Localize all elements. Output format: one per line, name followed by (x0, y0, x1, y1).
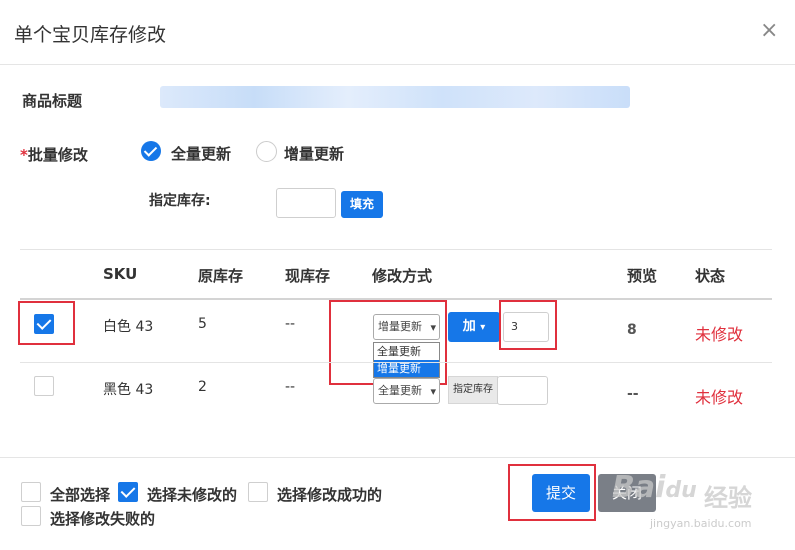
col-original-stock: 原库存 (198, 267, 244, 285)
add-label: 加 (462, 319, 476, 334)
annotation-box-mode (329, 300, 447, 385)
specified-stock-input[interactable] (276, 188, 336, 218)
watermark-brand: Bai (612, 470, 666, 505)
row-current-stock: -- (285, 316, 296, 332)
annotation-box-checkbox (18, 301, 75, 345)
row-preview: 8 (627, 322, 637, 338)
row-divider (20, 362, 772, 363)
row-sku: 白色 43 (103, 319, 154, 335)
row-status: 未修改 (695, 325, 744, 344)
watermark-brand-tail: du (665, 478, 697, 503)
col-sku: SKU (103, 265, 138, 283)
select-all-label[interactable]: 全部选择 (50, 484, 110, 505)
required-mark: * (20, 146, 28, 164)
product-title-blurred (160, 86, 630, 108)
select-success-label[interactable]: 选择修改成功的 (277, 484, 382, 505)
row-current-stock: -- (285, 379, 296, 395)
watermark-logo: Baidu (612, 470, 697, 505)
col-current-stock: 现库存 (285, 267, 331, 285)
full-update-radio[interactable] (141, 141, 161, 161)
operation-add-button[interactable]: 加 ▾ (448, 312, 500, 342)
row-checkbox-black-43[interactable] (34, 376, 54, 396)
annotation-box-submit (508, 464, 596, 521)
table-top-divider (20, 249, 772, 250)
row-status: 未修改 (695, 388, 744, 407)
caret-down-icon: ▾ (480, 322, 486, 333)
col-preview: 预览 (627, 267, 658, 285)
watermark-url: jingyan.baidu.com (650, 517, 752, 530)
full-update-label[interactable]: 全量更新 (171, 143, 231, 164)
select-failed-label[interactable]: 选择修改失败的 (50, 508, 155, 529)
footer-divider (0, 457, 795, 458)
row-original-stock: 2 (198, 379, 207, 395)
select-all-checkbox[interactable] (21, 482, 41, 502)
row-preview: -- (627, 386, 639, 402)
row-original-stock: 5 (198, 316, 207, 332)
mode-select-value: 全量更新 (378, 384, 422, 397)
dialog-title: 单个宝贝库存修改 (14, 24, 167, 46)
product-title-label: 商品标题 (22, 92, 83, 110)
col-modify-mode: 修改方式 (372, 267, 433, 285)
select-success-checkbox[interactable] (248, 482, 268, 502)
fill-button[interactable]: 填充 (341, 191, 383, 218)
specified-stock-addon: 指定库存 (448, 376, 498, 404)
annotation-box-value (499, 300, 557, 350)
col-status: 状态 (695, 267, 726, 285)
specified-stock-label: 指定库存: (149, 193, 211, 209)
select-unmodified-label[interactable]: 选择未修改的 (147, 484, 237, 505)
batch-modify-label: *批量修改 (20, 144, 88, 165)
chevron-down-icon: ▾ (430, 385, 436, 398)
select-unmodified-checkbox[interactable] (118, 482, 138, 502)
increment-update-label[interactable]: 增量更新 (284, 143, 344, 164)
close-icon[interactable]: × (760, 18, 778, 43)
increment-update-radio[interactable] (256, 141, 277, 162)
specified-stock-value-input[interactable] (497, 376, 548, 405)
row-sku: 黑色 43 (103, 382, 154, 398)
mode-select[interactable]: 全量更新 ▾ (373, 378, 440, 404)
watermark-cn: 经验 (704, 484, 752, 512)
select-failed-checkbox[interactable] (21, 506, 41, 526)
batch-modify-text: 批量修改 (27, 146, 88, 164)
header-divider (0, 64, 795, 65)
